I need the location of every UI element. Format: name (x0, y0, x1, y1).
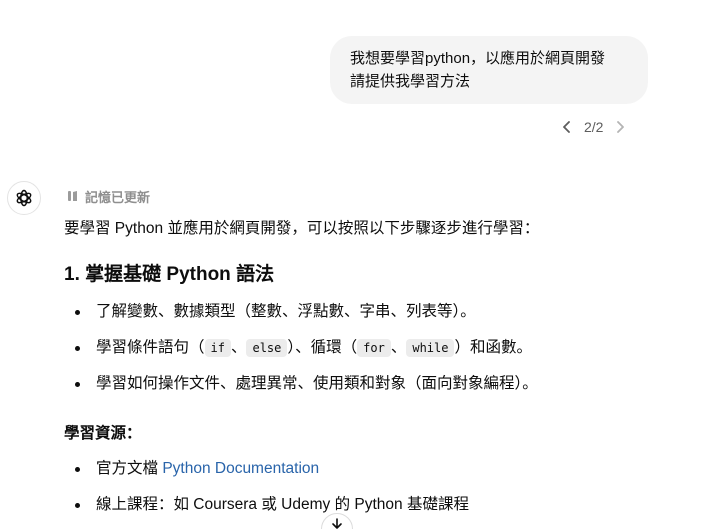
assistant-avatar (7, 181, 41, 215)
python-docs-link[interactable]: Python Documentation (162, 460, 319, 477)
response-count: 2/2 (584, 119, 604, 135)
response-intro: 要學習 Python 並應用於網頁開發，可以按照以下步驟逐步進行學習： (64, 220, 540, 237)
user-message-line: 請提供我學習方法 (350, 73, 471, 90)
list-item: 官方文檔 Python Documentation (64, 458, 469, 494)
section-heading: 1. 掌握基礎 Python 語法 (64, 264, 275, 285)
inline-code: for (357, 339, 391, 357)
inline-code: if (204, 339, 231, 357)
memory-icon (68, 191, 77, 201)
list-item: 學習條件語句（ if、 else ）、循環（ for、 while ）和函數。 (64, 337, 538, 373)
previous-response-button[interactable] (558, 116, 576, 138)
inline-code: else (246, 339, 288, 357)
user-message-bubble: 我想要學習python，以應用於網頁開發 請提供我學習方法 (330, 36, 648, 104)
response-pager: 2/2 (558, 116, 629, 138)
list-text: 學習條件語句（ (96, 339, 205, 356)
openai-logo-icon (16, 189, 32, 207)
list-item: 線上課程：如 Coursera 或 Udemy 的 Python 基礎課程 (64, 494, 469, 529)
next-response-button[interactable] (611, 116, 629, 138)
chevron-left-icon (563, 121, 570, 133)
basics-list: 了解變數、數據類型（整數、浮點數、字串、列表等）。 學習條件語句（ if、 else… (64, 301, 538, 409)
list-item: 學習如何操作文件、處理異常、使用類和對象（面向對象編程）。 (64, 373, 538, 409)
list-text: ）、循環（ (287, 339, 358, 356)
memory-updated-label: 記憶已更新 (85, 189, 151, 205)
inline-code: while (406, 339, 455, 357)
list-text: 、 (390, 339, 407, 356)
list-text: ）和函數。 (454, 339, 532, 356)
arrow-down-icon (332, 518, 342, 529)
list-item: 了解變數、數據類型（整數、浮點數、字串、列表等）。 (64, 301, 538, 337)
list-text: 、 (230, 339, 247, 356)
user-message-line: 我想要學習python，以應用於網頁開發 (350, 50, 606, 67)
chevron-right-icon (617, 121, 625, 133)
resources-list: 官方文檔 Python Documentation 線上課程：如 Courser… (64, 458, 469, 529)
memory-updated-indicator[interactable]: 記憶已更新 (66, 186, 150, 206)
list-text: 官方文檔 (96, 460, 163, 477)
resources-heading: 學習資源： (64, 425, 142, 442)
